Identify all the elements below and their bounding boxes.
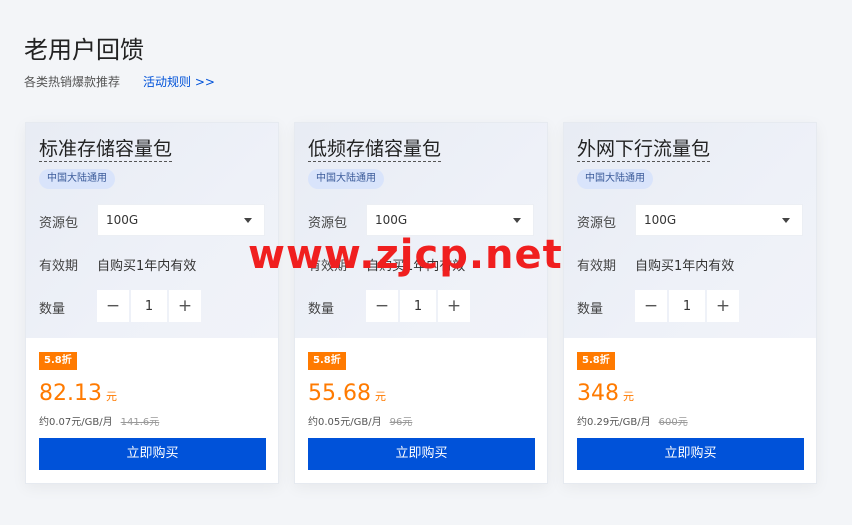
region-tag: 中国大陆通用	[39, 169, 115, 189]
validity-label: 有效期	[577, 259, 617, 274]
quantity-stepper: − 1 +	[635, 290, 739, 322]
increment-button[interactable]: +	[438, 290, 470, 322]
quantity-label: 数量	[39, 302, 66, 317]
price-amount: 348	[577, 381, 619, 406]
quantity-value[interactable]: 1	[400, 290, 436, 322]
chevron-down-icon	[513, 218, 521, 223]
product-card-infrequent-storage: 低频存储容量包 中国大陆通用 资源包 100G 有效期 自购买1年内有效 数量 …	[294, 122, 548, 484]
quantity-value[interactable]: 1	[669, 290, 705, 322]
decrement-button[interactable]: −	[97, 290, 129, 322]
quantity-label: 数量	[577, 302, 604, 317]
resource-package-label: 资源包	[39, 216, 79, 231]
original-price: 96元	[389, 417, 413, 428]
card-title[interactable]: 标准存储容量包	[39, 137, 173, 162]
resource-package-label: 资源包	[308, 216, 348, 231]
chevron-down-icon	[782, 218, 790, 223]
validity-value: 自购买1年内有效	[97, 259, 197, 274]
validity-value: 自购买1年内有效	[366, 259, 466, 274]
increment-button[interactable]: +	[169, 290, 201, 322]
package-size-select[interactable]: 100G	[97, 204, 265, 236]
price-unit: 元	[623, 390, 634, 403]
activity-rules-link[interactable]: 活动规则 >>	[143, 73, 215, 90]
resource-package-label: 资源包	[577, 216, 617, 231]
card-title[interactable]: 外网下行流量包	[577, 137, 711, 162]
price-amount: 82.13	[39, 381, 102, 406]
per-unit-price: 约0.29元/GB/月 600元	[577, 413, 688, 428]
per-unit-price-text: 约0.05元/GB/月	[308, 417, 382, 428]
validity-label: 有效期	[308, 259, 348, 274]
per-unit-price-text: 约0.07元/GB/月	[39, 417, 113, 428]
discount-badge: 5.8折	[577, 352, 615, 370]
price-amount: 55.68	[308, 381, 371, 406]
quantity-label: 数量	[308, 302, 335, 317]
discount-badge: 5.8折	[39, 352, 77, 370]
validity-value: 自购买1年内有效	[635, 259, 735, 274]
package-size-select[interactable]: 100G	[366, 204, 534, 236]
region-tag: 中国大陆通用	[577, 169, 653, 189]
product-card-standard-storage: 标准存储容量包 中国大陆通用 资源包 100G 有效期 自购买1年内有效 数量 …	[25, 122, 279, 484]
page-subtitle: 各类热销爆款推荐	[24, 75, 121, 89]
price: 55.68 元	[308, 381, 386, 406]
decrement-button[interactable]: −	[366, 290, 398, 322]
increment-button[interactable]: +	[707, 290, 739, 322]
quantity-stepper: − 1 +	[366, 290, 470, 322]
product-card-outbound-traffic: 外网下行流量包 中国大陆通用 资源包 100G 有效期 自购买1年内有效 数量 …	[563, 122, 817, 484]
original-price: 141.6元	[120, 417, 160, 428]
decrement-button[interactable]: −	[635, 290, 667, 322]
product-cards: 标准存储容量包 中国大陆通用 资源包 100G 有效期 自购买1年内有效 数量 …	[25, 122, 817, 484]
price-unit: 元	[374, 390, 386, 403]
buy-now-button[interactable]: 立即购买	[577, 438, 804, 470]
validity-label: 有效期	[39, 259, 79, 274]
buy-now-button[interactable]: 立即购买	[39, 438, 266, 470]
region-tag: 中国大陆通用	[308, 169, 384, 189]
card-title[interactable]: 低频存储容量包	[308, 137, 442, 162]
per-unit-price: 约0.07元/GB/月 141.6元	[39, 413, 159, 428]
per-unit-price-text: 约0.29元/GB/月	[577, 417, 651, 428]
price: 348 元	[577, 381, 634, 406]
package-size-value: 100G	[106, 213, 139, 227]
page-title: 老用户回馈	[24, 36, 144, 64]
original-price: 600元	[658, 417, 688, 428]
package-size-select[interactable]: 100G	[635, 204, 803, 236]
chevron-down-icon	[244, 218, 252, 223]
package-size-value: 100G	[644, 213, 677, 227]
discount-badge: 5.8折	[308, 352, 346, 370]
quantity-value[interactable]: 1	[131, 290, 167, 322]
buy-now-button[interactable]: 立即购买	[308, 438, 535, 470]
quantity-stepper: − 1 +	[97, 290, 201, 322]
price-unit: 元	[105, 390, 117, 403]
package-size-value: 100G	[375, 213, 408, 227]
per-unit-price: 约0.05元/GB/月 96元	[308, 413, 412, 428]
price: 82.13 元	[39, 381, 117, 406]
